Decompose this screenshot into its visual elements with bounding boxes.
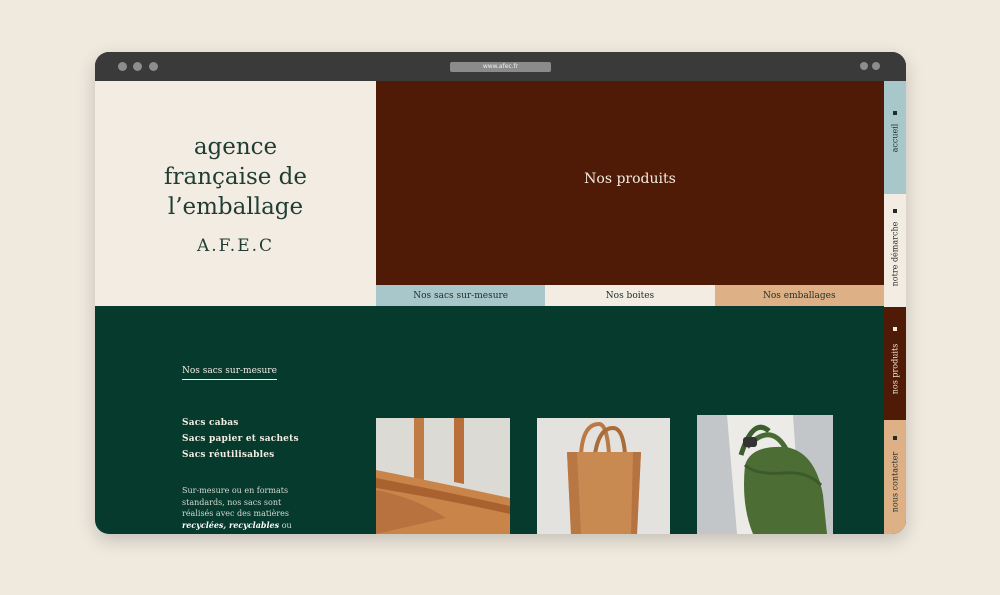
nav-bullet-icon [893, 436, 897, 440]
window-close-dot-icon[interactable] [118, 62, 127, 71]
browser-window: www.afec.fr agence française de l’emball… [95, 52, 906, 534]
side-nav-nous-contacter[interactable]: nous contacter [884, 420, 906, 534]
tab-emballages[interactable]: Nos emballages [714, 285, 884, 306]
paper-bag-image [537, 418, 670, 534]
url-bar[interactable]: www.afec.fr [450, 62, 551, 72]
list-item[interactable]: Sacs réutilisables [182, 447, 299, 463]
side-nav-accueil[interactable]: accueil [884, 81, 906, 194]
side-nav-label: nos produits [890, 343, 900, 395]
list-item[interactable]: Sacs cabas [182, 415, 299, 431]
brand-name: agence française de l’emballage [164, 132, 307, 222]
browser-menu-dot-icon[interactable] [872, 62, 880, 70]
section-description: Sur-mesure ou en formats standards, nos … [182, 485, 302, 531]
side-nav-label: nous contacter [890, 451, 900, 513]
category-tabs: Nos sacs sur-mesure Nos boites Nos embal… [376, 285, 884, 306]
window-maximize-dot-icon[interactable] [149, 62, 158, 71]
brand-name-line: française de [163, 163, 308, 190]
browser-menu-dot-icon[interactable] [860, 62, 868, 70]
description-emphasis: recyclées, recyclables [182, 519, 280, 530]
side-nav-nos-produits[interactable]: nos produits [884, 307, 906, 420]
hero-title: Nos produits [584, 171, 676, 187]
browser-titlebar: www.afec.fr [95, 52, 906, 81]
nav-bullet-icon [893, 327, 897, 331]
product-photo-tote-closeup[interactable] [376, 418, 510, 534]
brand-name-line: agence [193, 133, 278, 160]
brand-name-line: l’emballage [167, 193, 304, 220]
side-navigation: accueil notre démarche nos produits nous… [884, 81, 906, 534]
tab-boites[interactable]: Nos boites [545, 285, 715, 306]
green-tote-image [697, 415, 833, 534]
description-text: Sur-mesure ou en formats standards, nos … [182, 486, 290, 518]
description-tail: ou [281, 520, 292, 530]
nav-bullet-icon [893, 209, 897, 213]
side-nav-notre-demarche[interactable]: notre démarche [884, 194, 906, 307]
list-item[interactable]: Sacs papier et sachets [182, 431, 299, 447]
nav-bullet-icon [893, 111, 897, 115]
brand-acronym: A.F.E.C [196, 235, 275, 256]
product-photo-green-tote[interactable] [697, 415, 833, 534]
product-photo-paper-bag[interactable] [537, 418, 670, 534]
window-minimize-dot-icon[interactable] [133, 62, 142, 71]
hero-banner: Nos produits [376, 81, 884, 285]
section-title-link[interactable]: Nos sacs sur-mesure [182, 366, 277, 380]
side-nav-label: notre démarche [890, 221, 900, 287]
brand-panel: agence française de l’emballage A.F.E.C [95, 81, 376, 306]
tote-bag-closeup-image [376, 418, 510, 534]
side-nav-label: accueil [890, 123, 900, 152]
bag-type-list: Sacs cabas Sacs papier et sachets Sacs r… [182, 415, 299, 463]
tab-sacs-sur-mesure[interactable]: Nos sacs sur-mesure [376, 285, 546, 306]
